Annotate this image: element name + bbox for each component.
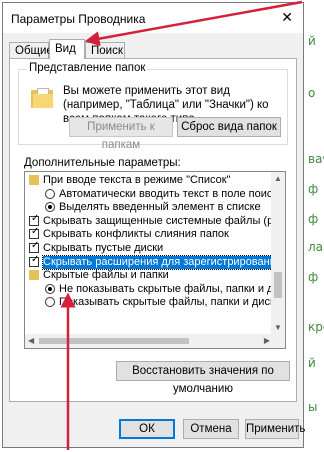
scroll-up-icon[interactable]: ▲ <box>274 174 282 183</box>
horizontal-scroll-thumb[interactable] <box>39 338 189 344</box>
radio-button[interactable] <box>45 297 55 308</box>
reset-folders-button[interactable]: Сброс вида папок <box>177 117 281 137</box>
tab-search[interactable]: Поиск <box>85 42 125 58</box>
checkbox[interactable]: ✓ <box>29 226 40 240</box>
tree-item-label: Скрывать защищенные системные файлы (рек… <box>43 214 285 227</box>
radio-button[interactable] <box>45 283 55 294</box>
tree-item-label: Выделять введенный элемент в списке <box>59 201 261 214</box>
tree-item-label: Скрывать расширения для зарегистрированн… <box>42 254 285 270</box>
tree-item-label: При вводе текста в режиме "Список" <box>43 174 231 186</box>
folder-icon <box>29 175 39 185</box>
folder-views-group: Представление папок Вы можете применить … <box>18 62 288 151</box>
background-text: ф <box>308 270 319 284</box>
background-text: о <box>308 86 316 100</box>
background-text: й <box>308 34 316 48</box>
checkbox[interactable]: ✓ <box>29 212 40 226</box>
cancel-button[interactable]: Отмена <box>183 419 239 439</box>
tab-view[interactable]: Вид <box>49 39 85 59</box>
checkmark-icon: ✓ <box>31 253 40 265</box>
checkmark-icon: ✓ <box>31 212 40 224</box>
tree-item-label: Не показывать скрытые файлы, папки и дис… <box>59 282 286 295</box>
background-text: ф <box>308 212 319 226</box>
tree-item-label: Показывать скрытые файлы, папки и диски <box>59 296 281 309</box>
folder-icon <box>29 270 39 281</box>
background-text: вача <box>308 152 324 166</box>
tab-general[interactable]: Общие <box>9 42 53 58</box>
apply-button[interactable]: Применить <box>245 419 305 439</box>
ok-button[interactable]: ОК <box>119 419 175 439</box>
scroll-down-icon[interactable]: ▼ <box>274 323 282 332</box>
horizontal-scrollbar[interactable]: ◀ ▶ <box>25 334 273 348</box>
explorer-options-dialog: Параметры Проводника ✕ Общие Вид Поиск П… <box>2 2 305 448</box>
radio-button[interactable] <box>45 188 55 199</box>
folder-views-label: Представление папок <box>27 62 148 74</box>
checkmark-icon: ✓ <box>31 226 40 238</box>
advanced-settings-tree[interactable]: При вводе текста в режиме "Список" Автома… <box>24 171 286 349</box>
apply-to-folders-button[interactable]: Применить к папкам <box>69 117 173 151</box>
dialog-title: Параметры Проводника <box>11 12 146 26</box>
tree-item-label: Скрытые файлы и папки <box>43 269 169 282</box>
checkmark-icon: ✓ <box>31 240 40 251</box>
tree-item-label: Скрывать конфликты слияния папок <box>43 228 229 241</box>
vertical-scrollbar[interactable]: ▲ ▼ <box>271 172 285 348</box>
radio-button[interactable] <box>45 202 55 213</box>
background-text: ы <box>308 400 318 414</box>
background-text: ла <box>308 240 324 254</box>
folder-icon <box>31 88 53 108</box>
advanced-settings-label: Дополнительные параметры: <box>24 157 181 169</box>
background-text: кро <box>308 320 324 334</box>
restore-defaults-button[interactable]: Восстановить значения по умолчанию <box>116 361 290 395</box>
title-bar: Параметры Проводника ✕ <box>3 3 303 33</box>
vertical-scroll-thumb[interactable] <box>274 272 282 298</box>
view-tab-panel: Представление папок Вы можете применить … <box>9 58 297 402</box>
scroll-left-icon[interactable]: ◀ <box>28 336 34 345</box>
checkbox[interactable]: ✓ <box>29 253 40 267</box>
tree-item-label: Автоматически вводить текст в поле поиск… <box>59 187 284 200</box>
close-icon[interactable]: ✕ <box>281 9 293 26</box>
background-text: й <box>308 356 316 370</box>
scroll-right-icon[interactable]: ▶ <box>264 336 270 345</box>
background-text: ф <box>308 182 319 196</box>
checkbox[interactable]: ✓ <box>29 240 40 253</box>
tree-item-label: Скрывать пустые диски <box>43 242 164 254</box>
